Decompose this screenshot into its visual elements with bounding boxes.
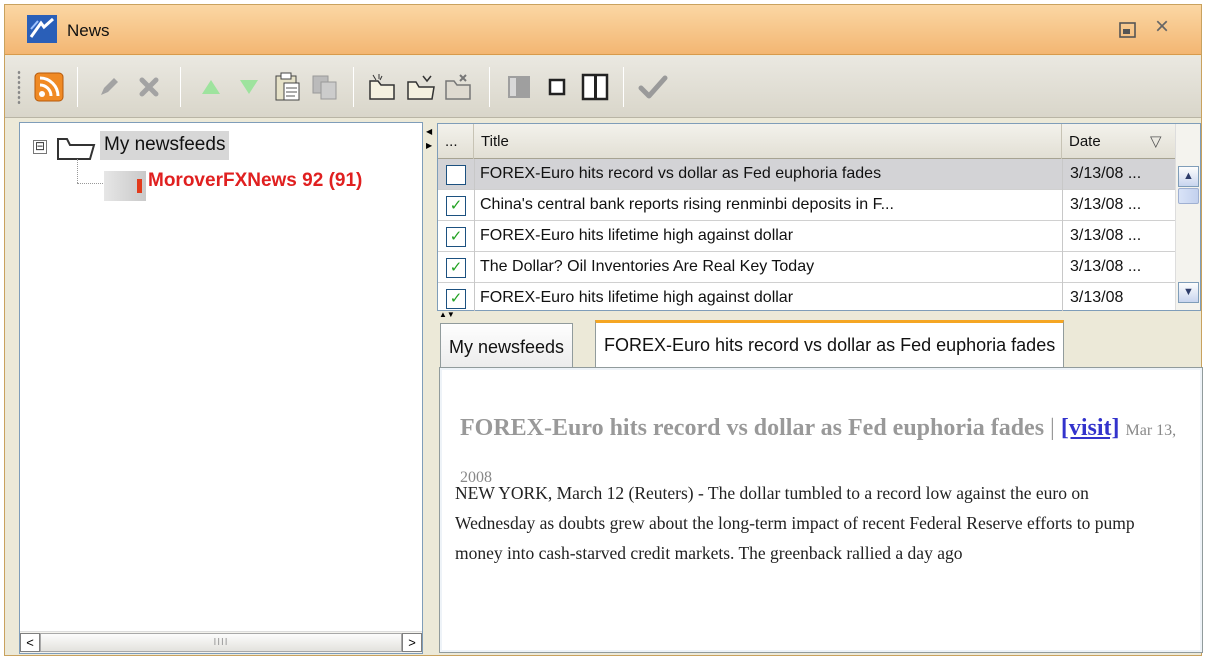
edit-button[interactable] [91, 69, 127, 105]
article-view: FOREX-Euro hits record vs dollar as Fed … [439, 367, 1203, 653]
scroll-up-icon[interactable]: ▲ [1178, 166, 1199, 187]
row-title: FOREX-Euro hits record vs dollar as Fed … [480, 165, 882, 182]
splitter-arrows-icon[interactable]: ◀ ▶ [426, 125, 432, 153]
table-row[interactable]: ✓ The Dollar? Oil Inventories Are Real K… [438, 252, 1176, 283]
layout-single-button[interactable] [539, 69, 575, 105]
table-row[interactable]: FOREX-Euro hits record vs dollar as Fed … [438, 159, 1176, 190]
toolbar-separator [489, 67, 490, 107]
read-checkbox[interactable]: ✓ [446, 227, 466, 247]
layout-left-button[interactable] [501, 69, 537, 105]
table-row[interactable]: ✓ FOREX-Euro hits lifetime high against … [438, 283, 1176, 310]
scroll-right-icon[interactable]: > [402, 633, 422, 652]
delete-icon [139, 77, 159, 97]
table-row[interactable]: ✓ China's central bank reports rising re… [438, 190, 1176, 221]
visit-link[interactable]: [visit] [1061, 415, 1120, 441]
copy-button[interactable] [307, 69, 343, 105]
read-checkbox[interactable]: ✓ [446, 289, 466, 309]
edit-icon [101, 78, 118, 95]
scroll-thumb[interactable]: IIII [40, 633, 402, 652]
tab-article[interactable]: FOREX-Euro hits record vs dollar as Fed … [595, 320, 1065, 368]
table-row[interactable]: ✓ FOREX-Euro hits lifetime high against … [438, 221, 1176, 252]
scroll-left-icon[interactable]: < [20, 633, 40, 652]
move-up-button[interactable] [193, 69, 229, 105]
tree-connector [77, 183, 105, 184]
row-date: 3/13/08 ... [1070, 165, 1142, 182]
app-icon [27, 15, 57, 43]
column-date-label: Date [1069, 133, 1101, 150]
folder-open-icon [57, 138, 96, 160]
folder-settings-icon [445, 74, 471, 100]
article-separator: | [1050, 415, 1055, 441]
collapse-icon[interactable]: ⊟ [33, 140, 47, 154]
close-icon[interactable]: × [1155, 15, 1169, 39]
tab-my-newsfeeds[interactable]: My newsfeeds [440, 323, 574, 367]
scroll-down-icon[interactable]: ▼ [1178, 282, 1199, 303]
column-marker[interactable]: ... [438, 124, 474, 159]
splitter-arrows-icon[interactable]: ▲▼ [439, 311, 455, 319]
tree-connector [77, 159, 78, 183]
read-checkbox[interactable]: ✓ [446, 258, 466, 278]
row-title: FOREX-Euro hits lifetime high against do… [480, 227, 794, 244]
list-header: ... Title Date ▽ [438, 124, 1176, 159]
restore-icon[interactable] [1119, 21, 1137, 39]
row-title: FOREX-Euro hits lifetime high against do… [480, 289, 794, 306]
column-divider [1062, 159, 1063, 311]
rss-icon [34, 72, 64, 102]
toolbar-separator [77, 67, 78, 107]
delete-button[interactable] [131, 69, 167, 105]
article-body: NEW YORK, March 12 (Reuters) - The dolla… [455, 483, 1135, 563]
row-title: The Dollar? Oil Inventories Are Real Key… [480, 258, 815, 275]
move-down-icon [240, 80, 258, 94]
window-title: News [67, 21, 110, 40]
tree-item-feed[interactable]: MoroverFXNews 92 (91) [148, 170, 362, 192]
toolbar-separator [180, 67, 181, 107]
layout-left-icon [508, 76, 530, 98]
open-folder-button[interactable] [403, 69, 439, 105]
column-date[interactable]: Date ▽ [1062, 124, 1176, 159]
new-folder-button[interactable] [365, 69, 401, 105]
column-divider [474, 159, 475, 311]
rss-button[interactable] [31, 69, 67, 105]
read-checkbox[interactable] [446, 165, 466, 185]
toolbar [5, 56, 1201, 118]
row-date: 3/13/08 ... [1070, 196, 1142, 213]
tree-root-label[interactable]: My newsfeeds [100, 131, 230, 160]
read-checkbox[interactable]: ✓ [446, 196, 466, 216]
article-title: FOREX-Euro hits record vs dollar as Fed … [460, 415, 1045, 441]
column-title[interactable]: Title [474, 124, 1062, 159]
feed-tree-panel: ⊟ My newsfeeds MoroverFXNews 92 (91) < I… [19, 122, 423, 654]
row-date: 3/13/08 [1070, 289, 1124, 306]
paste-icon [275, 72, 300, 101]
mark-read-icon [638, 75, 668, 99]
horizontal-scrollbar[interactable]: < IIII > [20, 631, 422, 653]
scroll-thumb[interactable] [1178, 188, 1199, 204]
toolbar-separator [353, 67, 354, 107]
layout-split-icon [581, 73, 609, 101]
vertical-scrollbar[interactable]: ▲ ▼ [1175, 124, 1200, 310]
open-folder-icon [407, 75, 435, 100]
new-folder-icon [369, 74, 395, 100]
layout-split-button[interactable] [577, 69, 613, 105]
row-date: 3/13/08 ... [1070, 227, 1142, 244]
paste-button[interactable] [269, 69, 305, 105]
copy-icon [312, 75, 337, 100]
move-up-icon [202, 80, 220, 94]
toolbar-grip-icon[interactable] [17, 70, 21, 104]
row-title: China's central bank reports rising renm… [480, 196, 894, 213]
move-down-button[interactable] [231, 69, 267, 105]
news-window: News × ⊟ My newsfeeds MoroverFXNews 92 (… [4, 4, 1203, 656]
row-date: 3/13/08 ... [1070, 258, 1142, 275]
toolbar-separator [623, 67, 624, 107]
layout-single-icon [548, 78, 566, 96]
folder-settings-button[interactable] [441, 69, 477, 105]
article-list: ... Title Date ▽ FOREX-Euro hits record … [437, 123, 1201, 311]
feed-icon [104, 171, 146, 201]
title-bar[interactable]: News × [5, 5, 1201, 55]
mark-read-button[interactable] [635, 69, 671, 105]
sort-desc-icon: ▽ [1150, 133, 1162, 150]
